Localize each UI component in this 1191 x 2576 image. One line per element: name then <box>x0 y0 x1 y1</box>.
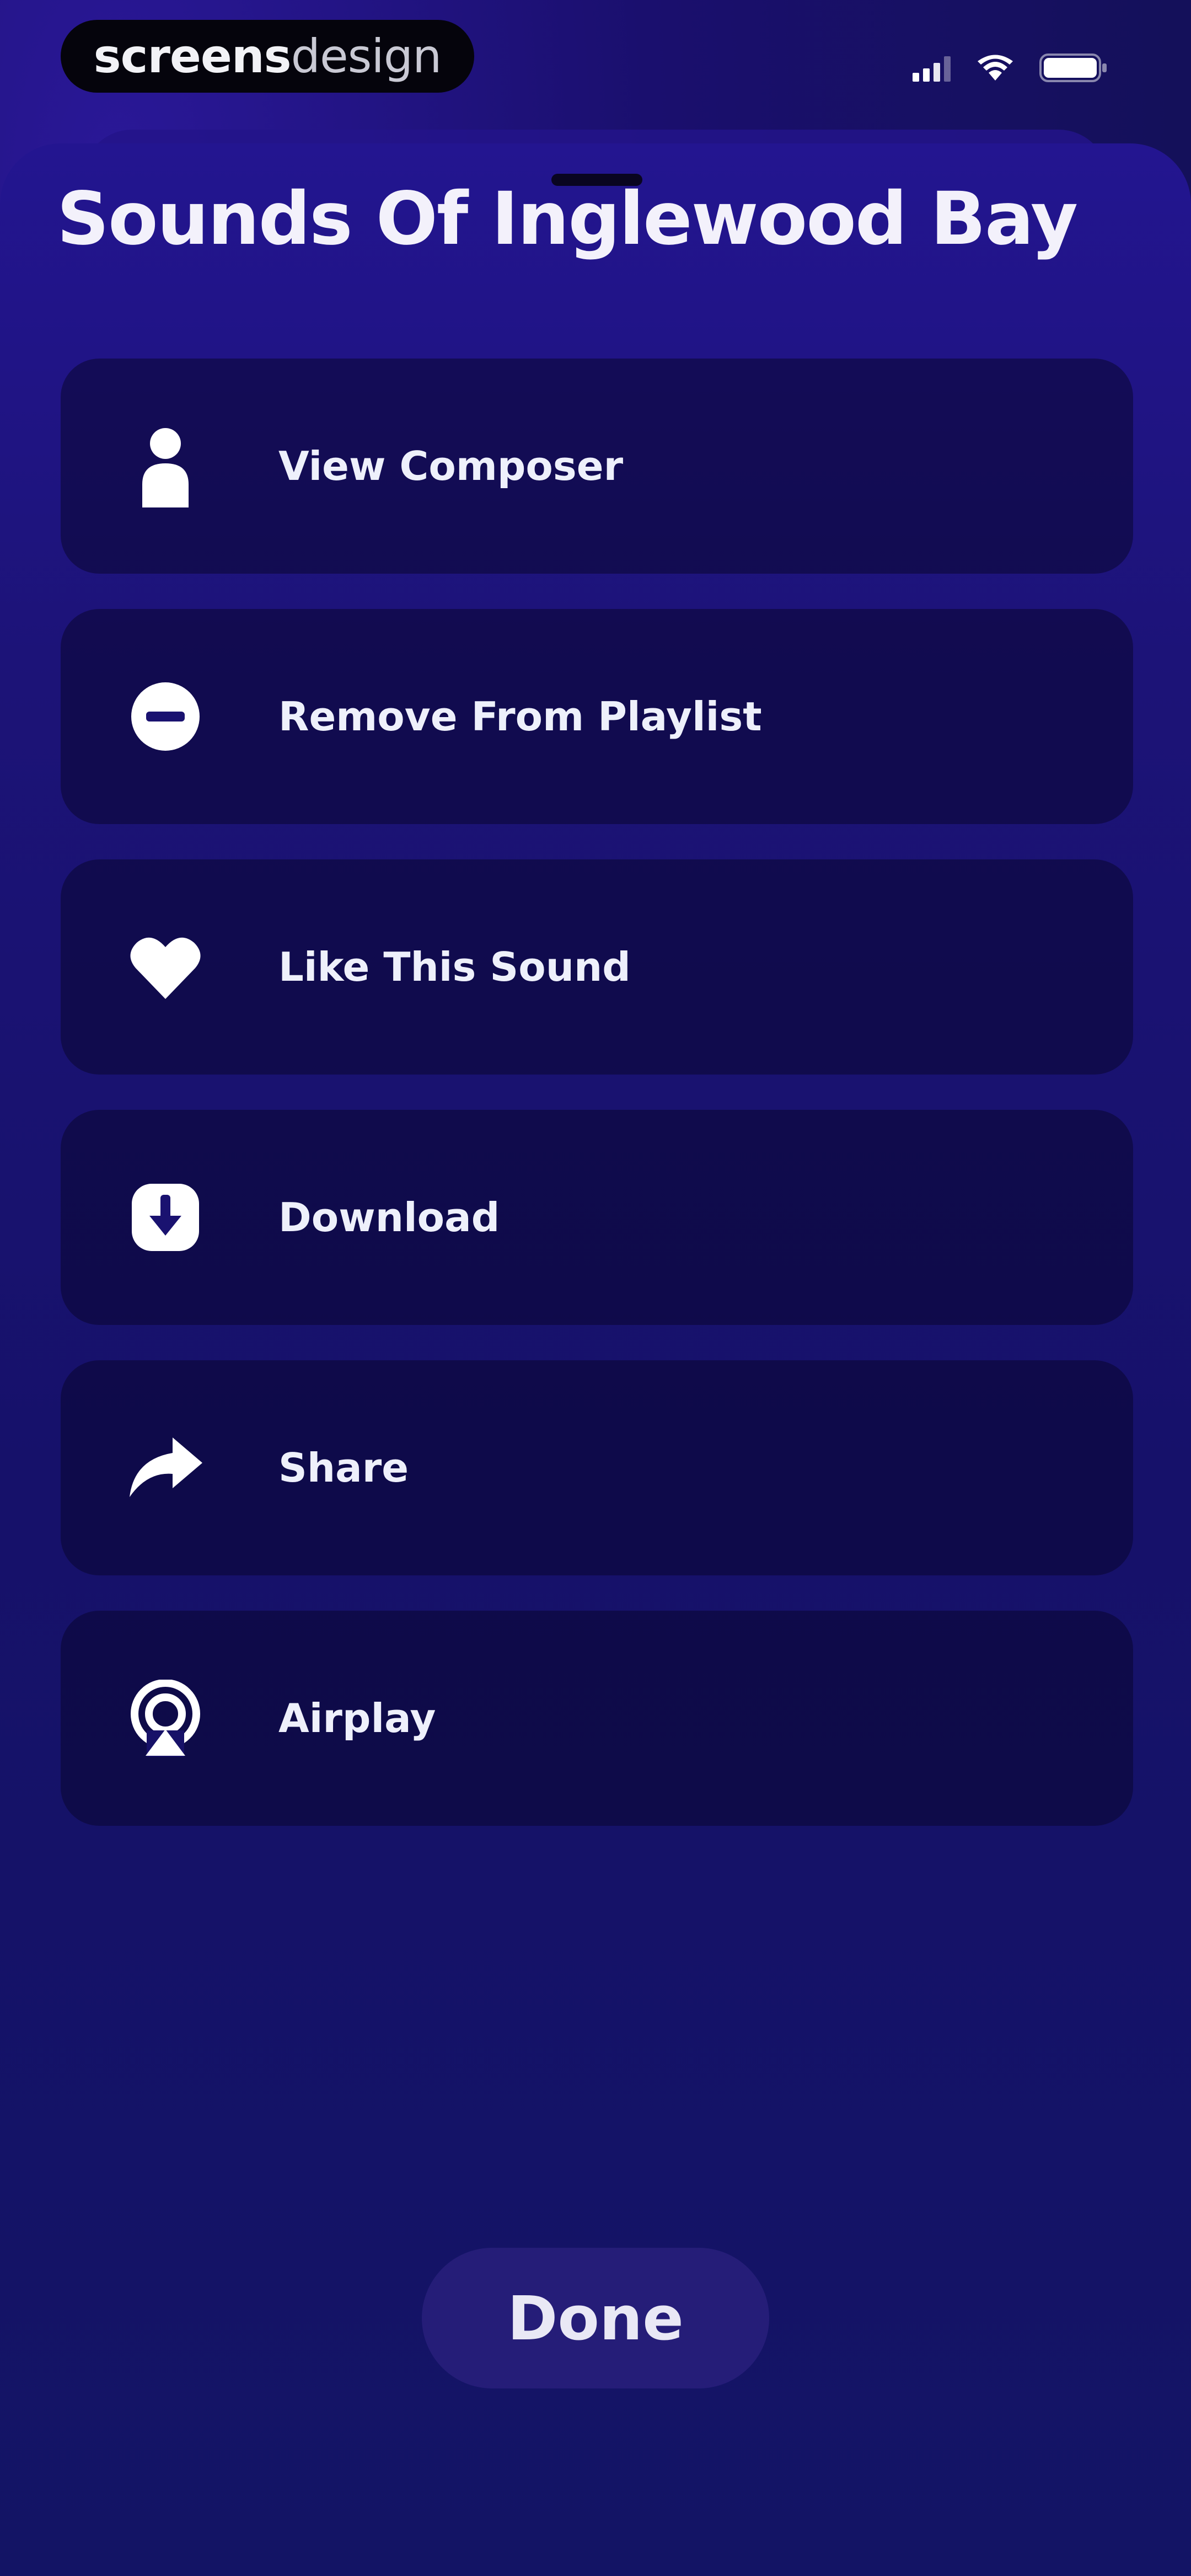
status-bar: screensdesign <box>0 0 1191 127</box>
remove-from-playlist-label: Remove From Playlist <box>278 693 762 740</box>
brand-logo-light: design <box>291 29 442 83</box>
brand-badge: screensdesign <box>61 20 474 93</box>
download-icon <box>127 1179 204 1256</box>
battery-icon <box>1039 54 1107 82</box>
screen: screensdesign Sounds Of Inglewood Bay Vi… <box>0 0 1191 2576</box>
remove-from-playlist-button[interactable]: Remove From Playlist <box>61 609 1133 824</box>
heart-icon <box>127 928 204 1006</box>
brand-logo: screensdesign <box>94 29 442 83</box>
view-composer-button[interactable]: View Composer <box>61 359 1133 574</box>
like-this-sound-label: Like This Sound <box>278 944 631 990</box>
done-button[interactable]: Done <box>422 2248 769 2388</box>
share-button[interactable]: Share <box>61 1360 1133 1575</box>
minus-circle-icon <box>127 678 204 755</box>
brand-logo-bold: screens <box>93 29 292 83</box>
like-this-sound-button[interactable]: Like This Sound <box>61 859 1133 1075</box>
action-list: View Composer Remove From Playlist Like … <box>61 359 1133 1861</box>
sheet-title: Sounds Of Inglewood Bay <box>57 177 1078 261</box>
download-label: Download <box>278 1194 500 1241</box>
share-arrow-icon <box>127 1429 204 1506</box>
share-label: Share <box>278 1445 409 1491</box>
airplay-icon <box>127 1680 204 1757</box>
person-icon <box>127 427 204 507</box>
download-button[interactable]: Download <box>61 1110 1133 1325</box>
wifi-icon <box>978 55 1013 81</box>
view-composer-label: View Composer <box>278 443 624 489</box>
signal-icon <box>913 56 951 82</box>
airplay-button[interactable]: Airplay <box>61 1611 1133 1826</box>
status-icons <box>913 52 1108 83</box>
airplay-label: Airplay <box>278 1695 436 1741</box>
